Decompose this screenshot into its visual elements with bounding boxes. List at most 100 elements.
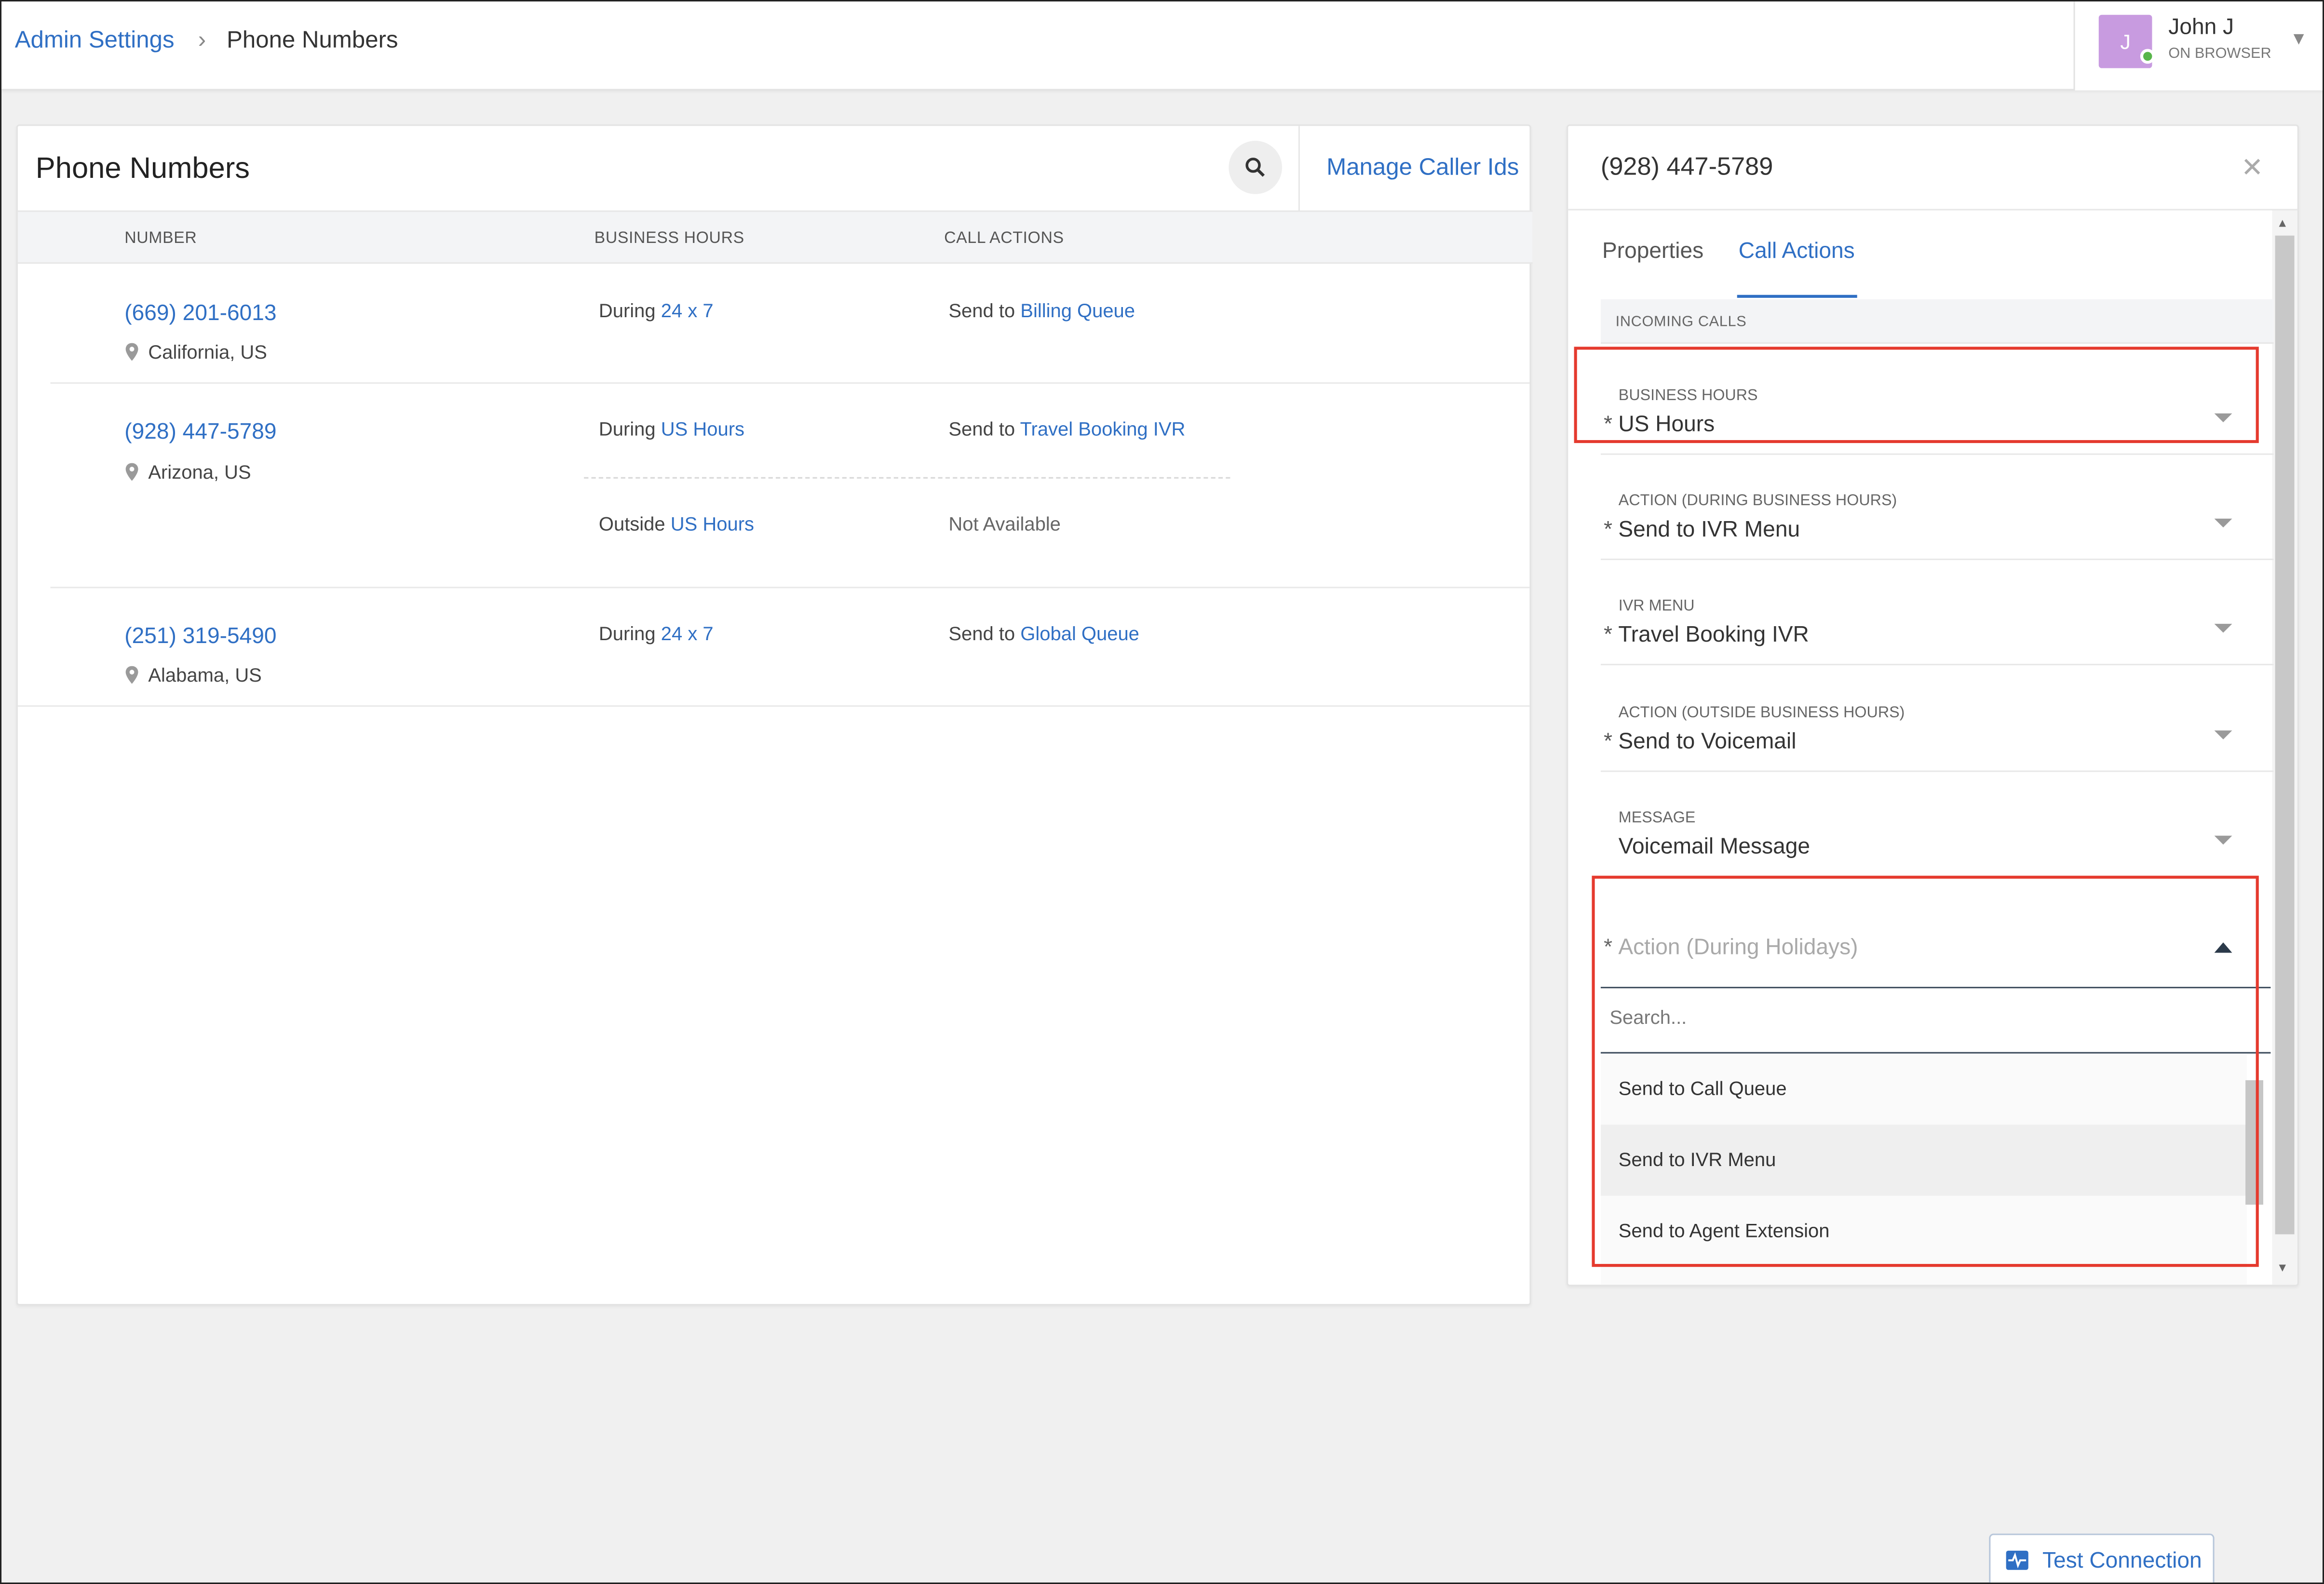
chevron-down-icon	[2214, 730, 2232, 739]
field-value: * Travel Booking IVR	[1604, 622, 1809, 648]
business-hours-cell: During 24 x 7	[599, 622, 714, 644]
tab-properties[interactable]: Properties	[1602, 239, 1703, 264]
business-hours-cell: During US Hours	[599, 418, 744, 440]
action-outside-hours-select[interactable]: ACTION (OUTSIDE BUSINESS HOURS) * Send to…	[1600, 668, 2274, 772]
number-detail-panel: (928) 447-5789 ✕ Properties Call Actions…	[1567, 124, 2299, 1287]
close-icon[interactable]: ✕	[2241, 153, 2263, 184]
hours-link[interactable]: US Hours	[671, 513, 754, 535]
location-text: Alabama, US	[148, 664, 262, 686]
chevron-down-icon[interactable]: ▼	[2290, 28, 2308, 49]
scrollbar-thumb[interactable]	[2275, 235, 2295, 1235]
hours-when: During	[598, 417, 656, 440]
panel-title: (928) 447-5789	[1600, 152, 1773, 181]
message-select[interactable]: MESSAGE Voicemail Message	[1601, 774, 2274, 877]
chevron-down-icon	[2214, 413, 2232, 423]
map-pin-icon	[125, 666, 138, 684]
table-row[interactable]: (928) 447-5789 Arizona, US During US Hou…	[18, 384, 1533, 587]
page-title: Phone Numbers	[35, 152, 250, 186]
rule-divider	[584, 477, 1230, 479]
presence-indicator	[2140, 49, 2155, 64]
location: Arizona, US	[124, 461, 251, 483]
option-send-to-call-queue[interactable]: Send to Call Queue	[1601, 1054, 2247, 1125]
chevron-down-icon	[2214, 518, 2232, 528]
business-hours-cell: Outside US Hours	[599, 513, 754, 535]
table-row[interactable]: (669) 201-6013 California, US During 24 …	[18, 264, 1533, 382]
option-send-to-ivr-menu[interactable]: Send to IVR Menu	[1600, 1125, 2247, 1196]
search-button[interactable]	[1229, 141, 1283, 194]
divider	[1298, 126, 1300, 211]
action-text: Not Available	[948, 512, 1061, 535]
phone-numbers-card: Phone Numbers Manage Caller Ids NUMBER B…	[16, 124, 1533, 1306]
user-menu[interactable]: J John J ON BROWSER ▼	[2073, 1, 2323, 91]
call-action-cell: Send to Travel Booking IVR	[948, 418, 1185, 440]
map-pin-icon	[125, 463, 138, 481]
dropdown-placeholder: * Action (During Holidays)	[1604, 935, 1858, 960]
chevron-down-icon	[2214, 624, 2232, 633]
location: California, US	[124, 341, 267, 363]
table-row[interactable]: (251) 319-5490 Alabama, US During 24 x 7…	[18, 588, 1533, 705]
option-send-to-agent-extension[interactable]: Send to Agent Extension	[1601, 1196, 2247, 1267]
location: Alabama, US	[124, 664, 262, 686]
field-value: Voicemail Message	[1618, 834, 1811, 859]
breadcrumb: Admin Settings › Phone Numbers	[15, 28, 398, 54]
test-connection-button[interactable]: Test Connection	[1989, 1533, 2215, 1583]
action-prefix: Send to	[948, 417, 1015, 440]
pulse-icon	[2006, 1550, 2028, 1570]
field-label: IVR MENU	[1618, 597, 1695, 615]
ivr-menu-select[interactable]: IVR MENU * Travel Booking IVR	[1600, 562, 2274, 666]
action-target-link[interactable]: Travel Booking IVR	[1020, 418, 1186, 440]
location-text: Arizona, US	[148, 460, 251, 483]
row-divider	[17, 705, 1530, 707]
action-target-link[interactable]: Billing Queue	[1020, 299, 1135, 322]
business-hours-cell: During 24 x 7	[599, 299, 714, 322]
column-header-business-hours: BUSINESS HOURS	[594, 229, 744, 248]
action-target-link[interactable]: Global Queue	[1020, 622, 1139, 644]
phone-number-link[interactable]: (669) 201-6013	[124, 301, 276, 326]
breadcrumb-current: Phone Numbers	[227, 28, 398, 54]
business-hours-select[interactable]: BUSINESS HOURS * US Hours	[1600, 351, 2274, 455]
field-value: * Send to Voicemail	[1604, 729, 1797, 754]
column-header-number: NUMBER	[124, 229, 197, 248]
hours-when: Outside	[598, 512, 665, 535]
column-header-call-actions: CALL ACTIONS	[944, 229, 1064, 248]
section-title: INCOMING CALLS	[1615, 314, 1747, 331]
scroll-down-icon[interactable]: ▼	[2277, 1261, 2288, 1275]
field-label: ACTION (OUTSIDE BUSINESS HOURS)	[1618, 704, 1905, 722]
phone-number-link[interactable]: (251) 319-5490	[124, 624, 276, 649]
action-during-hours-select[interactable]: ACTION (DURING BUSINESS HOURS) * Send to …	[1600, 456, 2274, 560]
hours-when: During	[598, 622, 656, 645]
dropdown-scrollbar-thumb[interactable]	[2245, 1080, 2263, 1205]
call-action-cell: Send to Billing Queue	[948, 299, 1135, 322]
breadcrumb-admin-settings[interactable]: Admin Settings	[15, 28, 175, 54]
action-prefix: Send to	[948, 622, 1015, 645]
field-label: ACTION (DURING BUSINESS HOURS)	[1618, 492, 1897, 510]
hours-when: During	[598, 299, 656, 322]
section-header: INCOMING CALLS	[1600, 299, 2274, 344]
call-action-cell: Send to Global Queue	[948, 622, 1139, 644]
field-value: * Send to IVR Menu	[1604, 517, 1800, 543]
chevron-down-icon	[2214, 835, 2232, 845]
scroll-up-icon[interactable]: ▲	[2277, 216, 2288, 230]
field-label: BUSINESS HOURS	[1618, 387, 1758, 405]
active-tab-indicator	[1737, 295, 1857, 298]
hours-link[interactable]: 24 x 7	[661, 622, 714, 644]
field-label: MESSAGE	[1618, 809, 1696, 827]
hours-link[interactable]: 24 x 7	[661, 299, 714, 322]
manage-caller-ids-link[interactable]: Manage Caller Ids	[1326, 156, 1519, 182]
action-prefix: Send to	[948, 299, 1015, 322]
chevron-right-icon: ›	[198, 28, 206, 54]
field-value: * US Hours	[1604, 412, 1715, 437]
hours-link[interactable]: US Hours	[661, 418, 744, 440]
tab-call-actions[interactable]: Call Actions	[1739, 239, 1855, 264]
action-during-holidays-select[interactable]: * Action (During Holidays)	[1600, 911, 2271, 989]
search-icon	[1245, 158, 1265, 177]
call-action-cell: Not Available	[948, 513, 1061, 535]
divider	[1568, 209, 2297, 211]
table-header: NUMBER BUSINESS HOURS CALL ACTIONS	[17, 210, 1533, 264]
test-connection-label: Test Connection	[2042, 1548, 2202, 1574]
search-input[interactable]	[1609, 1006, 2247, 1029]
user-name: John J	[2168, 14, 2234, 40]
app-window: Admin Settings › Phone Numbers J John J …	[0, 0, 2324, 1584]
phone-number-link[interactable]: (928) 447-5789	[124, 419, 276, 444]
dropdown-search	[1600, 988, 2271, 1054]
